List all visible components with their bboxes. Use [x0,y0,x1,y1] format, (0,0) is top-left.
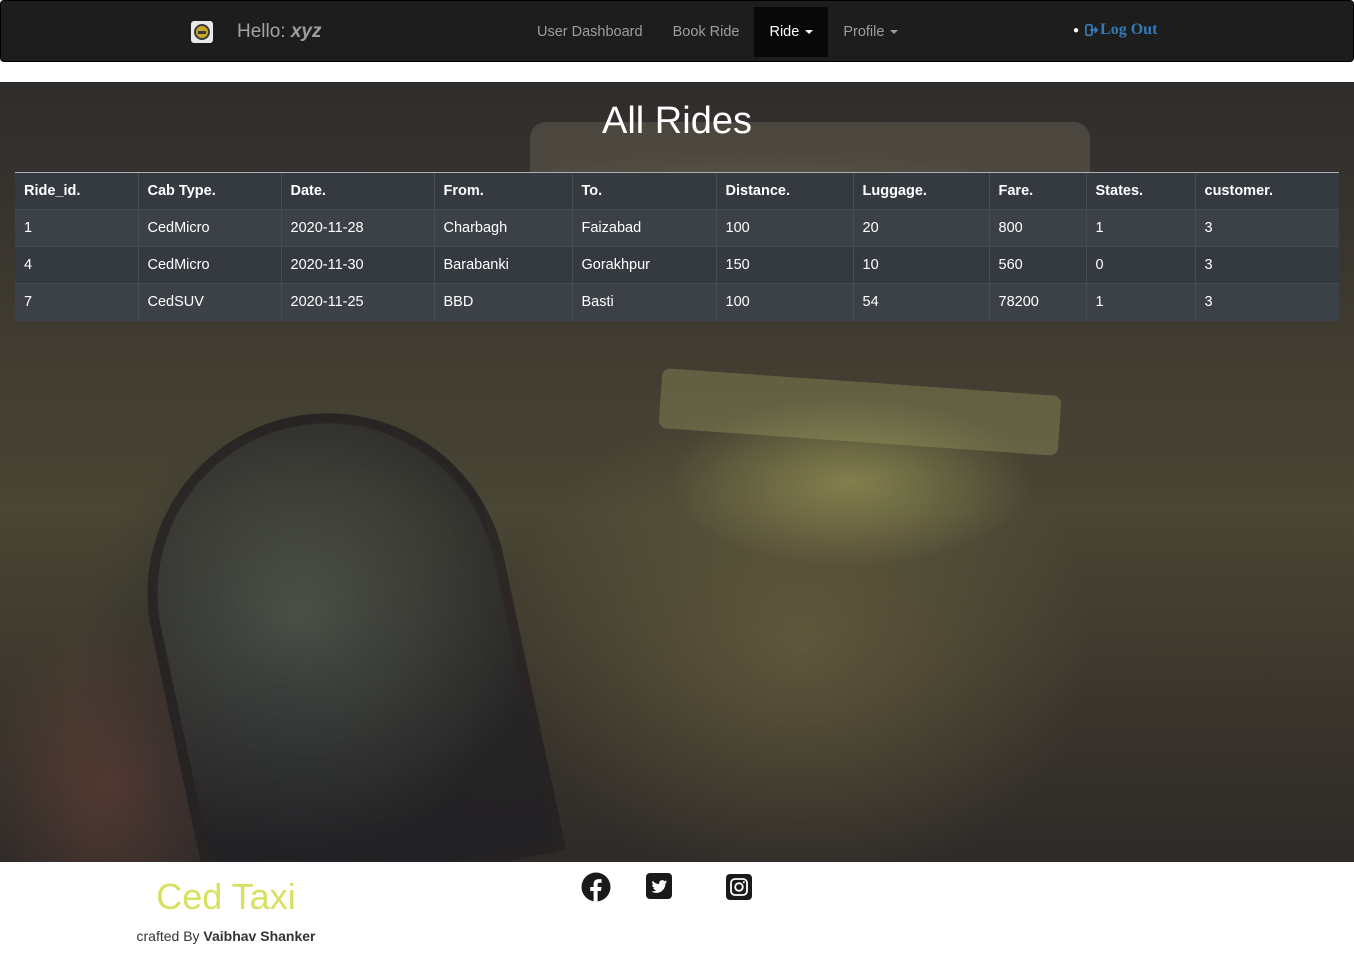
cell-date: 2020-11-28 [280,209,434,247]
nav-links: User Dashboard Book Ride Ride Profile [522,7,913,57]
cell-fare: 560 [988,246,1086,284]
column-header: States. [1085,172,1195,210]
table-header-row: Ride_id. Cab Type. Date. From. To. Dista… [15,172,1339,210]
nav-user-dashboard-label: User Dashboard [537,24,643,40]
cell-distance: 150 [715,246,853,284]
footer: Ced Taxi crafted By Vaibhav Shanker [0,862,1354,956]
cell-from: BBD [433,283,572,321]
logout-label: Log Out [1100,21,1158,38]
bullet-icon: ● [1073,24,1080,36]
table-row: 1 CedMicro 2020-11-28 Charbagh Faizabad … [15,209,1339,247]
sign-out-icon [1085,23,1099,37]
cell-to: Basti [571,283,716,321]
table-row: 7 CedSUV 2020-11-25 BBD Basti 100 54 782… [15,283,1339,321]
credit-prefix: crafted By [136,928,200,944]
nav-book-ride-label: Book Ride [672,24,740,40]
cell-ride-id: 4 [15,246,138,284]
caret-down-icon [890,30,899,34]
column-header: Luggage. [852,172,989,210]
cell-distance: 100 [715,283,853,321]
cell-customer: 3 [1194,283,1339,321]
cell-luggage: 54 [852,283,989,321]
column-header: Fare. [988,172,1086,210]
cell-cab-type: CedMicro [137,209,281,247]
cell-states: 0 [1085,246,1195,284]
nav-profile-label: Profile [843,24,885,40]
cell-to: Faizabad [571,209,716,247]
column-header: From. [433,172,572,210]
cell-ride-id: 1 [15,209,138,247]
cell-fare: 78200 [988,283,1086,321]
column-header: Date. [280,172,434,210]
rides-table: Ride_id. Cab Type. Date. From. To. Dista… [15,172,1339,321]
nav-profile-dropdown[interactable]: Profile [828,7,913,57]
rides-section: All Rides Ride_id. Cab Type. Date. From.… [0,82,1354,862]
cell-customer: 3 [1194,246,1339,284]
cell-date: 2020-11-30 [280,246,434,284]
column-header: Cab Type. [137,172,281,210]
footer-credit: crafted By Vaibhav Shanker [136,928,316,944]
cell-from: Charbagh [433,209,572,247]
cell-cab-type: CedMicro [137,246,281,284]
nav-ride-label: Ride [769,24,800,40]
cell-from: Barabanki [433,246,572,284]
greeting-label: Hello: [237,21,286,42]
logout-link[interactable]: ● Log Out [1073,21,1157,39]
caret-down-icon [805,30,814,34]
cell-customer: 3 [1194,209,1339,247]
greeting: Hello: xyz [237,21,322,43]
footer-brand: Ced Taxi [156,876,296,917]
column-header: Ride_id. [15,172,138,210]
cell-fare: 800 [988,209,1086,247]
cell-to: Gorakhpur [571,246,716,284]
cell-states: 1 [1085,283,1195,321]
instagram-icon[interactable] [724,872,754,902]
facebook-icon[interactable] [581,872,611,902]
cell-ride-id: 7 [15,283,138,321]
nav-user-dashboard[interactable]: User Dashboard [522,7,658,57]
table-row: 4 CedMicro 2020-11-30 Barabanki Gorakhpu… [15,246,1339,284]
nav-ride-dropdown[interactable]: Ride [754,7,829,57]
cell-cab-type: CedSUV [137,283,281,321]
background-windshield [114,379,566,862]
taxi-logo-icon[interactable] [191,21,213,43]
cell-luggage: 10 [852,246,989,284]
cell-distance: 100 [715,209,853,247]
column-header: Distance. [715,172,853,210]
username: xyz [290,21,322,42]
cell-luggage: 20 [852,209,989,247]
cell-states: 1 [1085,209,1195,247]
nav-book-ride[interactable]: Book Ride [658,7,755,57]
background-taxi-sign [658,368,1062,456]
twitter-icon[interactable] [645,872,675,902]
top-navbar: Hello: xyz User Dashboard Book Ride Ride… [0,0,1354,62]
cell-date: 2020-11-25 [280,283,434,321]
page-title: All Rides [602,100,752,142]
column-header: To. [571,172,716,210]
credit-name: Vaibhav Shanker [203,928,316,944]
column-header: customer. [1194,172,1339,210]
